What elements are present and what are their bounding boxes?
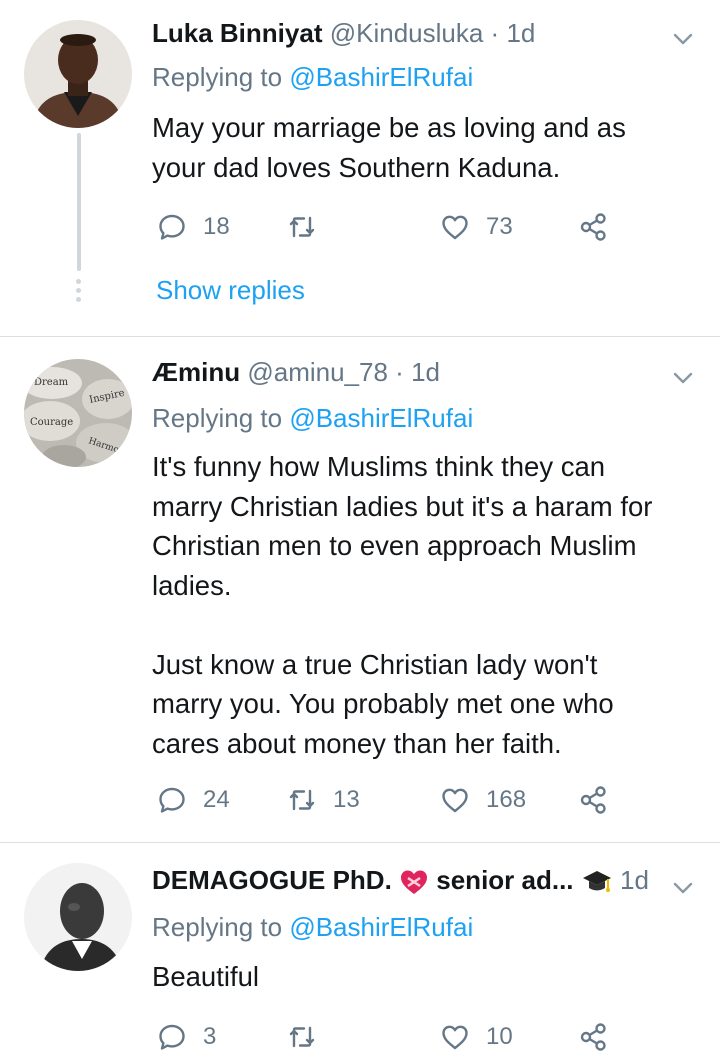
separator: · <box>490 18 500 48</box>
avatar[interactable] <box>24 863 132 971</box>
reply-icon <box>159 1024 185 1050</box>
avatar-stones-icon: Dream Inspire Courage Harmony <box>24 359 132 467</box>
display-name-suffix[interactable]: senior ad... <box>436 865 573 895</box>
user-handle[interactable]: @Kindusluka <box>330 18 484 48</box>
share-button[interactable] <box>579 1017 609 1057</box>
separator: · <box>395 357 404 387</box>
show-replies-link[interactable]: Show replies <box>156 272 305 308</box>
retweet-button[interactable] <box>287 1017 333 1057</box>
reply-icon <box>159 787 185 813</box>
tweet-actions: 18 73 <box>157 207 627 247</box>
tweet-header: Æminu @aminu_78 · 1d <box>152 355 650 389</box>
chevron-down-icon[interactable] <box>672 28 694 50</box>
retweet-button[interactable] <box>287 207 333 247</box>
like-count: 10 <box>486 1023 513 1050</box>
thread-line <box>77 133 81 271</box>
retweet-icon <box>289 789 315 811</box>
display-name[interactable]: Æminu <box>152 357 240 387</box>
share-button[interactable] <box>579 780 609 820</box>
share-button[interactable] <box>579 207 609 247</box>
avatar-photo-icon <box>24 863 132 971</box>
avatar[interactable]: Dream Inspire Courage Harmony <box>24 359 132 467</box>
share-icon <box>580 1023 606 1051</box>
tweet-header: DEMAGOGUE PhD. senior ad... 1d <box>152 863 648 897</box>
tweet-text: Beautiful <box>152 961 260 992</box>
reply-count: 3 <box>203 1023 217 1050</box>
chevron-down-icon[interactable] <box>672 367 694 389</box>
share-icon <box>580 786 606 814</box>
tweet-text: May your marriage be as loving and as yo… <box>152 112 626 183</box>
reply-button[interactable]: 3 <box>157 1017 216 1057</box>
heart-icon <box>442 1025 468 1050</box>
tweet-3[interactable]: DEMAGOGUE PhD. senior ad... 1d Replying … <box>0 843 720 1060</box>
display-name[interactable]: Luka Binniyat <box>152 18 322 48</box>
replying-to: Replying to @BashirElRufai <box>152 910 473 944</box>
like-count: 73 <box>486 213 513 240</box>
tweet-text: It's funny how Muslims think they can ma… <box>152 451 653 759</box>
reply-button[interactable]: 18 <box>157 207 230 247</box>
timestamp[interactable]: 1d <box>620 865 648 895</box>
tweet-1[interactable]: Luka Binniyat @Kindusluka · 1d Replying … <box>0 0 720 337</box>
replying-label: Replying to <box>152 912 283 942</box>
replying-label: Replying to <box>152 62 283 92</box>
user-handle[interactable]: @aminu_78 <box>247 357 388 387</box>
timestamp[interactable]: 1d <box>506 18 535 48</box>
heart-icon <box>442 788 468 813</box>
reply-icon <box>159 214 185 240</box>
tweet-actions: 24 13 168 <box>157 780 627 820</box>
thread-dots <box>76 279 81 306</box>
stone-word: Courage <box>30 417 73 428</box>
heart-with-ribbon-icon <box>401 870 428 895</box>
tweet-header: Luka Binniyat @Kindusluka · 1d <box>152 16 650 50</box>
graduation-cap-icon <box>582 871 611 893</box>
like-count: 168 <box>486 786 527 813</box>
retweet-icon <box>289 216 315 238</box>
display-name[interactable]: DEMAGOGUE PhD. <box>152 865 392 895</box>
stone-word: Dream <box>34 377 69 388</box>
share-icon <box>580 213 606 241</box>
like-button[interactable]: 10 <box>440 1017 513 1057</box>
tweet-actions: 3 10 <box>157 1017 627 1057</box>
retweet-count: 13 <box>333 786 360 813</box>
timestamp[interactable]: 1d <box>411 357 440 387</box>
avatar-photo-icon <box>24 20 132 128</box>
tweet-2[interactable]: Dream Inspire Courage Harmony Æminu @ami… <box>0 337 720 843</box>
mention-link[interactable]: @BashirElRufai <box>289 912 473 942</box>
avatar[interactable] <box>24 20 132 128</box>
chevron-down-icon[interactable] <box>672 877 694 899</box>
like-button[interactable]: 168 <box>440 780 526 820</box>
replying-to: Replying to @BashirElRufai <box>152 401 473 435</box>
heart-icon <box>442 215 468 240</box>
reply-count: 24 <box>203 786 230 813</box>
like-button[interactable]: 73 <box>440 207 513 247</box>
reply-button[interactable]: 24 <box>157 780 230 820</box>
replying-to: Replying to @BashirElRufai <box>152 60 473 94</box>
replying-label: Replying to <box>152 403 283 433</box>
retweet-icon <box>289 1026 315 1048</box>
reply-count: 18 <box>203 213 230 240</box>
mention-link[interactable]: @BashirElRufai <box>289 62 473 92</box>
retweet-button[interactable]: 13 <box>287 780 360 820</box>
mention-link[interactable]: @BashirElRufai <box>289 403 473 433</box>
